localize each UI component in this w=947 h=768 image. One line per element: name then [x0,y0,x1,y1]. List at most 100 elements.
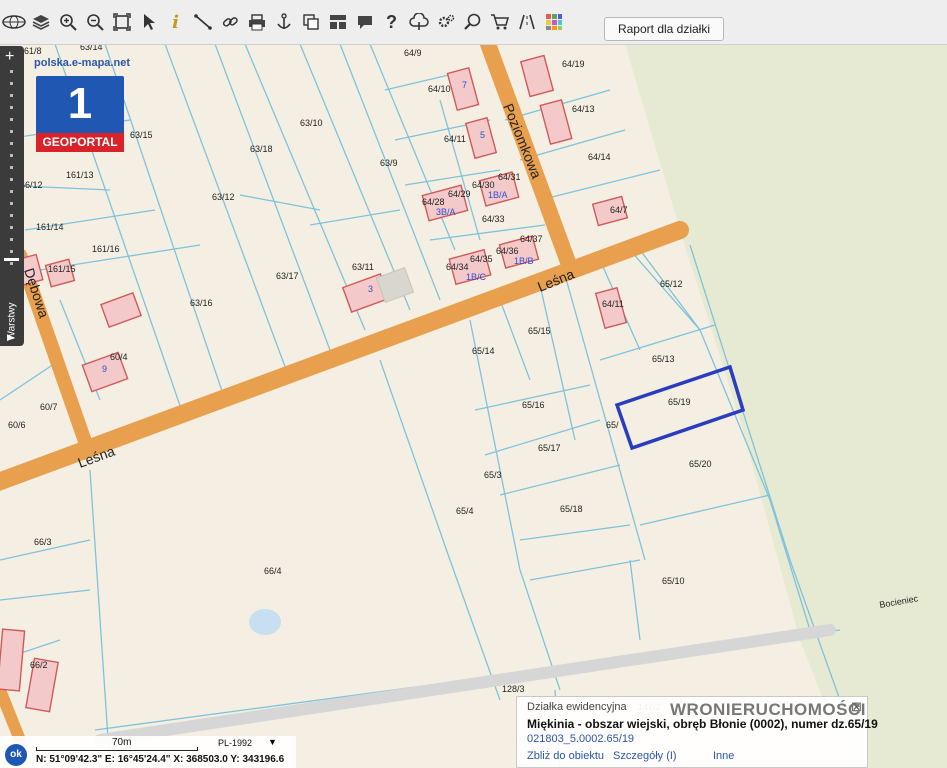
parcel-label[interactable]: 65/16 [522,400,545,410]
parcel-label[interactable]: 64/13 [572,104,595,114]
zoom-slider[interactable]: + Warstwy ▶ [0,46,24,346]
building-number: 5 [480,130,485,140]
parcel-label[interactable]: 64/34 [446,262,469,272]
parcel-label[interactable]: 64/10 [428,84,451,94]
building-number: 1B/A [488,190,508,200]
coordinates-readout: N: 51°09'42.3" E: 16°45'24.4" X: 368503.… [36,754,285,765]
parcel-label[interactable]: 64/35 [470,254,493,264]
help-icon[interactable]: ? [378,6,405,38]
globe-icon[interactable] [0,6,27,38]
copy-icon[interactable] [297,6,324,38]
print-icon[interactable] [243,6,270,38]
parcel-label[interactable]: 66/4 [264,566,282,576]
grid-colors-icon[interactable] [540,6,567,38]
parcel-label[interactable]: 64/9 [404,48,422,58]
parcel-label[interactable]: 64/33 [482,214,505,224]
report-button[interactable]: Raport dla działki [604,17,724,41]
parcel-label[interactable]: 161/15 [48,264,76,274]
other-link[interactable]: Inne [713,750,734,762]
parcel-label[interactable]: 64/36 [496,246,519,256]
parcel-label[interactable]: 63/14 [80,44,103,52]
layers-tab-arrow-icon[interactable]: ▶ [7,332,14,343]
anchor-icon[interactable] [270,6,297,38]
pointer-icon[interactable] [135,6,162,38]
parcel-label[interactable]: 64/14 [588,152,611,162]
info-title: Działka ewidencyjna [527,701,627,713]
parcel-label[interactable]: 65/13 [652,354,675,364]
parcel-label[interactable]: 161/14 [36,222,64,232]
layers-icon[interactable] [27,6,54,38]
zoom-in-icon[interactable] [54,6,81,38]
zoom-plus-icon[interactable]: + [5,48,14,66]
parcel-label[interactable]: 61/8 [24,46,42,56]
building-number: 1B/B [514,256,534,266]
building-number: 3 [368,284,373,294]
settings-icon[interactable] [432,6,459,38]
zoom-track[interactable] [10,70,13,270]
logo-number: 1 [67,79,93,128]
logo-site: polska.e-mapa.net [34,57,130,69]
parcel-label[interactable]: 128/3 [502,684,525,694]
parcel-label[interactable]: 63/10 [300,118,323,128]
map-canvas[interactable]: 63/1461/863/1566/12161/13161/14161/16161… [0,44,947,768]
parcel-label[interactable]: 64/30 [472,180,495,190]
pond [249,609,281,635]
parcel-label[interactable]: 63/18 [250,144,273,154]
parcel-label[interactable]: 65/20 [689,459,712,469]
zoom-extent-icon[interactable] [108,6,135,38]
parcel-label[interactable]: 66/2 [30,660,48,670]
parcel-label[interactable]: 64/29 [448,189,471,199]
zoom-handle[interactable] [4,258,19,261]
parcel-label[interactable]: 60/6 [8,420,26,430]
parcel-label[interactable]: 161/16 [92,244,120,254]
info-icon[interactable]: i [162,6,189,38]
parcel-label[interactable]: 66/3 [34,537,52,547]
parcel-label[interactable]: 65/12 [660,279,683,289]
chevron-down-icon[interactable]: ▼ [268,737,277,747]
parcel-label[interactable]: 65/18 [560,504,583,514]
parcel-label[interactable]: 60/7 [40,402,58,412]
parcel-label[interactable]: 63/12 [212,192,235,202]
cloud-upload-icon[interactable] [405,6,432,38]
layout-icon[interactable] [324,6,351,38]
parcel-label[interactable]: 65/4 [456,506,474,516]
parcel-label[interactable]: 64/28 [422,197,445,207]
parcel-label[interactable]: 64/11 [444,134,466,144]
toolbar: i ? Raport dla działki [0,0,947,45]
building-number: 9 [102,364,107,374]
details-link[interactable]: Szczegóły (I) [613,750,677,762]
comment-icon[interactable] [351,6,378,38]
parcel-label[interactable]: 161/13 [66,170,94,180]
road-icon[interactable] [513,6,540,38]
parcel-label[interactable]: 65/3 [484,470,502,480]
parcel-label[interactable]: 63/15 [130,130,153,140]
building-number: 1B/C [466,272,487,282]
zoom-out-icon[interactable] [81,6,108,38]
parcel-label[interactable]: 64/11 [602,299,624,309]
link-icon[interactable] [216,6,243,38]
parcel-label[interactable]: 63/17 [276,271,299,281]
building-number: 7 [462,80,467,90]
info-id: 021803_5.0002.65/19 [527,733,635,745]
status-bar: ok 70m PL-1992 ▼ N: 51°09'42.3" E: 16°45… [0,736,296,768]
search-icon[interactable] [459,6,486,38]
parcel-label[interactable]: 64/7 [610,205,628,215]
zoom-to-object-link[interactable]: Zbliż do obiektu [527,750,604,762]
parcel-label[interactable]: 65/10 [662,576,685,586]
parcel-label[interactable]: 65/15 [528,326,551,336]
parcel-label[interactable]: 63/9 [380,158,398,168]
parcel-label[interactable]: 65/17 [538,443,561,453]
cart-icon[interactable] [486,6,513,38]
parcel-label[interactable]: 64/19 [562,59,585,69]
measure-icon[interactable] [189,6,216,38]
parcel-label[interactable]: 65/ [606,420,619,430]
parcel-label[interactable]: 64/31 [498,172,521,182]
parcel-label[interactable]: 63/16 [190,298,213,308]
ok-button[interactable]: ok [5,744,27,766]
parcel-label[interactable]: 64/37 [520,234,543,244]
parcel-label[interactable]: 65/19 [668,397,691,407]
parcel-label[interactable]: 65/14 [472,346,495,356]
crs-select[interactable]: PL-1992 [218,738,252,748]
parcel-label[interactable]: 63/11 [352,262,374,272]
parcel-label[interactable]: 60/4 [110,352,128,362]
